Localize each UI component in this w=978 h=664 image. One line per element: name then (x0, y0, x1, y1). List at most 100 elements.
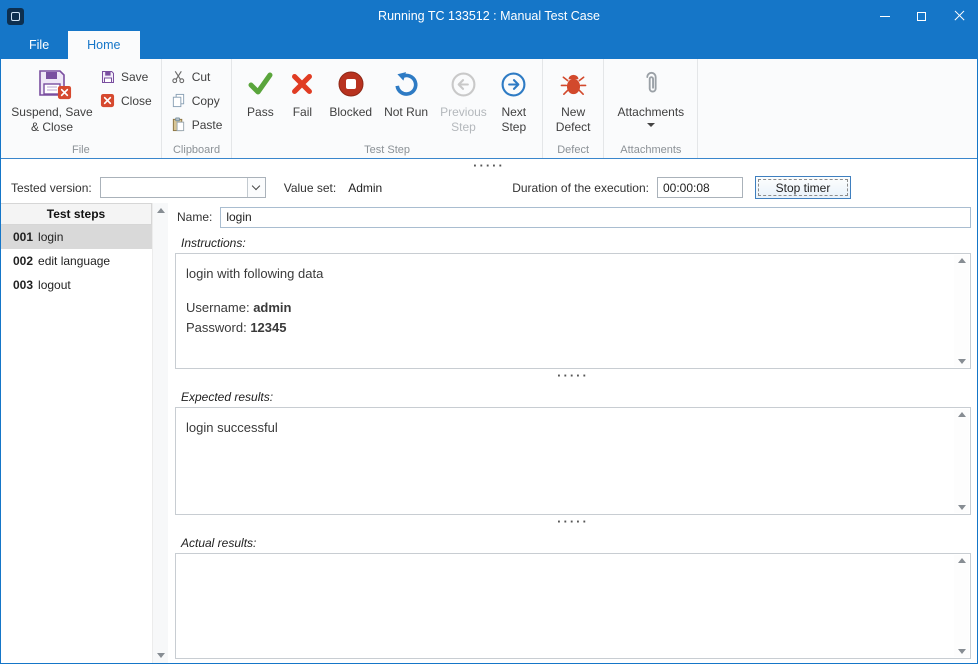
name-input[interactable] (220, 207, 971, 228)
close-red-icon (100, 93, 116, 109)
tested-version-combo[interactable] (100, 177, 266, 198)
previous-step-label: PreviousStep (440, 105, 487, 135)
next-step-label: NextStep (501, 105, 526, 135)
step-item-003[interactable]: 003logout (1, 273, 152, 297)
scroll-down-icon[interactable] (958, 505, 966, 510)
test-steps-panel: Test steps 001login 002edit language 003… (1, 203, 168, 663)
stop-timer-button[interactable]: Stop timer (755, 176, 851, 199)
tested-version-label: Tested version: (11, 181, 92, 195)
group-caption-defect: Defect (543, 144, 604, 156)
test-steps-header: Test steps (1, 203, 152, 225)
test-steps-scrollbar[interactable] (152, 203, 168, 663)
suspend-save-close-icon (35, 66, 69, 102)
app-window: Running TC 133512 : Manual Test Case Fil… (0, 0, 978, 664)
previous-step-button[interactable]: PreviousStep (434, 64, 493, 135)
ribbon-group-file: Suspend, Save& Close Save Close File (1, 59, 162, 158)
new-defect-button[interactable]: NewDefect (550, 64, 597, 135)
group-caption-attachments: Attachments (604, 144, 697, 156)
title-bar: Running TC 133512 : Manual Test Case (1, 1, 977, 31)
chevron-down-icon (252, 182, 260, 190)
group-caption-test-step: Test Step (232, 144, 541, 156)
ribbon-splitter-dots: ····· (473, 163, 505, 169)
tested-version-value (101, 178, 247, 197)
splitter-expected-actual[interactable]: ····· (175, 515, 971, 528)
actual-results-label: Actual results: (181, 536, 971, 550)
scroll-up-icon[interactable] (958, 412, 966, 417)
ribbon-group-defect: NewDefect Defect (543, 59, 605, 158)
ribbon-group-attachments: Attachments Attachments (604, 59, 698, 158)
suspend-save-close-button[interactable]: Suspend, Save& Close (8, 64, 96, 135)
expected-results-content[interactable]: login successful (176, 408, 954, 514)
paste-button[interactable]: Paste (171, 116, 223, 133)
previous-step-icon (450, 66, 477, 102)
group-caption-clipboard: Clipboard (162, 144, 232, 156)
save-button[interactable]: Save (100, 68, 152, 85)
ribbon: Suspend, Save& Close Save Close File Cut (1, 59, 977, 159)
ribbon-tab-row: File Home (1, 31, 977, 59)
step-item-001[interactable]: 001login (1, 225, 152, 249)
scroll-up-icon[interactable] (958, 258, 966, 263)
suspend-save-close-label: Suspend, Save& Close (11, 105, 92, 135)
maximize-icon (917, 12, 926, 21)
next-step-button[interactable]: NextStep (493, 64, 535, 135)
window-title: Running TC 133512 : Manual Test Case (121, 9, 857, 23)
value-set-value: Admin (348, 181, 382, 195)
copy-icon (171, 93, 187, 109)
cut-button[interactable]: Cut (171, 68, 223, 85)
app-icon (7, 8, 24, 25)
instructions-scrollbar[interactable] (954, 255, 969, 367)
attachments-button[interactable]: Attachments (611, 64, 690, 127)
duration-input[interactable] (657, 177, 743, 198)
minimize-button[interactable] (866, 1, 903, 31)
cut-icon (171, 69, 187, 85)
new-defect-label: NewDefect (556, 105, 591, 135)
not-run-button[interactable]: Not Run (378, 64, 434, 120)
blocked-button[interactable]: Blocked (323, 64, 378, 120)
next-step-icon (500, 66, 527, 102)
combo-dropdown-button[interactable] (247, 178, 265, 197)
expected-results-label: Expected results: (181, 390, 971, 404)
window-controls (866, 1, 977, 31)
fail-icon (289, 66, 315, 102)
instructions-box[interactable]: login with following data Username: admi… (175, 253, 971, 369)
ribbon-splitter[interactable]: ····· (1, 159, 977, 172)
ribbon-group-test-step: Pass Fail Blocked Not Run PreviousStep N… (232, 59, 542, 158)
not-run-icon (393, 66, 420, 102)
pass-icon (246, 66, 274, 102)
actual-results-box[interactable] (175, 553, 971, 659)
pass-button[interactable]: Pass (239, 64, 281, 120)
instructions-label: Instructions: (181, 236, 971, 250)
bug-icon (560, 66, 587, 102)
tab-file[interactable]: File (10, 31, 68, 59)
paperclip-icon (638, 66, 664, 102)
expected-results-box[interactable]: login successful (175, 407, 971, 515)
name-label: Name: (177, 210, 212, 224)
copy-button[interactable]: Copy (171, 92, 223, 109)
minimize-icon (880, 16, 890, 17)
scroll-up-icon[interactable] (157, 208, 165, 213)
main-area: Test steps 001login 002edit language 003… (1, 203, 977, 663)
splitter-instructions-expected[interactable]: ····· (175, 369, 971, 382)
close-button[interactable] (940, 1, 977, 31)
scroll-up-icon[interactable] (958, 558, 966, 563)
attachments-dropdown-icon (647, 123, 655, 127)
fail-button[interactable]: Fail (281, 64, 323, 120)
scroll-down-icon[interactable] (958, 359, 966, 364)
ribbon-group-clipboard: Cut Copy Paste Clipboard (162, 59, 233, 158)
scroll-down-icon[interactable] (958, 649, 966, 654)
scroll-down-icon[interactable] (157, 653, 165, 658)
blocked-icon (337, 66, 365, 102)
maximize-button[interactable] (903, 1, 940, 31)
actual-scrollbar[interactable] (954, 555, 969, 657)
tab-home[interactable]: Home (68, 31, 139, 59)
expected-scrollbar[interactable] (954, 409, 969, 513)
step-item-002[interactable]: 002edit language (1, 249, 152, 273)
actual-results-content[interactable] (176, 554, 954, 658)
save-icon (100, 69, 116, 85)
execution-toolbar: Tested version: Value set: Admin Duratio… (1, 172, 977, 203)
close-icon (954, 11, 964, 21)
instructions-content[interactable]: login with following data Username: admi… (176, 254, 954, 368)
close-ribbon-button[interactable]: Close (100, 92, 152, 109)
value-set-label: Value set: (284, 181, 336, 195)
step-editor: Name: Instructions: login with following… (168, 203, 977, 663)
